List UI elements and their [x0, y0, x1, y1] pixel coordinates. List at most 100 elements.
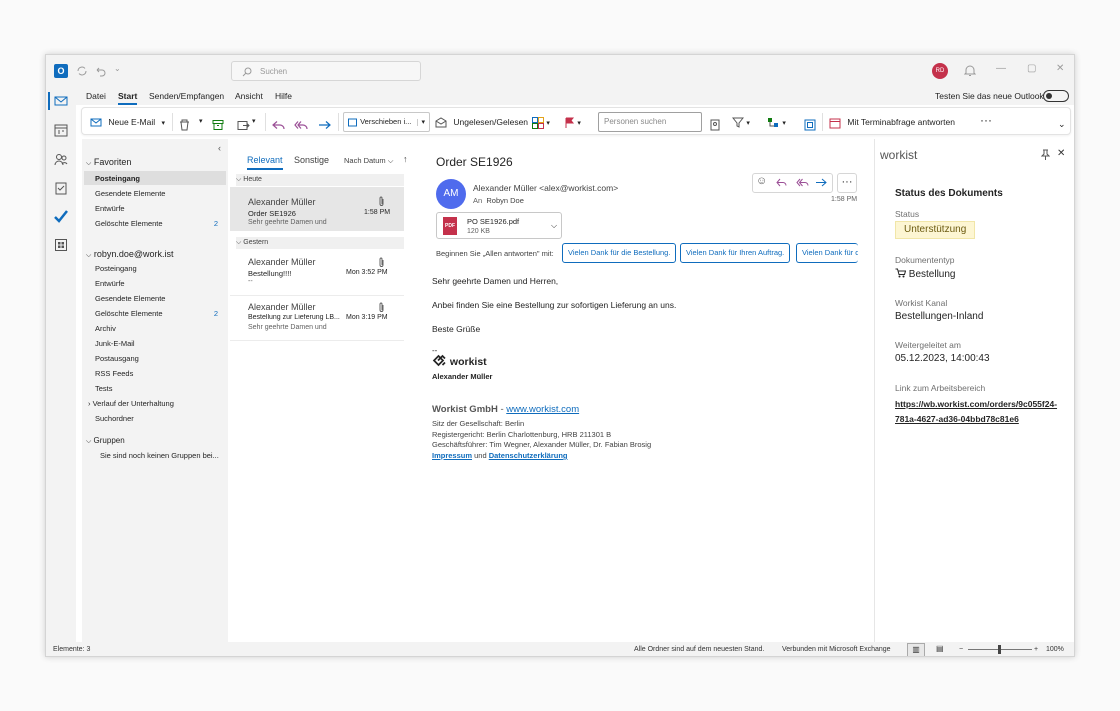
move-to-button[interactable]: Verschieben i... ▾: [343, 112, 430, 132]
forward-icon[interactable]: [318, 116, 331, 134]
zoom-in-icon[interactable]: +: [1034, 646, 1038, 653]
zoom-slider-thumb[interactable]: [998, 645, 1001, 654]
close-panel-icon[interactable]: ✕: [1057, 148, 1065, 159]
ribbon-divider: [822, 113, 823, 131]
suggested-reply-3[interactable]: Vielen Dank für d: [796, 243, 858, 263]
categorize-button[interactable]: ▾: [532, 113, 550, 131]
folder-entwuerfe[interactable]: Entwürfe: [95, 279, 125, 288]
quick-access-chevron-icon[interactable]: ⌄: [114, 64, 121, 73]
pin-icon[interactable]: [1041, 149, 1050, 160]
tab-sonstige[interactable]: Sonstige: [294, 155, 329, 165]
favorites-label: Favoriten: [93, 157, 132, 167]
folder-junk[interactable]: Junk-E-Mail: [95, 339, 135, 348]
move-icon[interactable]: [237, 116, 250, 134]
filter-button[interactable]: ▾: [731, 113, 750, 131]
group-gestern-label: Gestern: [243, 239, 269, 246]
sync-icon[interactable]: [76, 65, 88, 77]
unread-read-button[interactable]: Ungelesen/Gelesen: [435, 113, 528, 131]
delete-icon[interactable]: [179, 116, 190, 134]
fav-posteingang[interactable]: Posteingang: [95, 174, 140, 183]
minimize-icon[interactable]: —: [996, 63, 1006, 74]
favorites-header[interactable]: ⌵ Favoriten: [86, 157, 131, 168]
folder-geloeschte-elemente[interactable]: Gelöschte Elemente: [95, 309, 163, 318]
undo-icon[interactable]: [94, 65, 106, 77]
reply-all-icon[interactable]: [796, 178, 809, 188]
reading-view-icon[interactable]: ▤: [936, 644, 944, 653]
group-header-gestern[interactable]: ⌵ Gestern: [236, 237, 404, 249]
fav-geloeschte-elemente[interactable]: Gelöschte Elemente: [95, 219, 163, 228]
group-header-heute[interactable]: ⌵ Heute: [236, 174, 404, 186]
archive-icon[interactable]: [212, 116, 224, 134]
suggested-reply-1[interactable]: Vielen Dank für die Bestellung.: [562, 243, 677, 263]
sync-status: Alle Ordner sind auf dem neuesten Stand.: [634, 646, 765, 653]
datenschutz-link[interactable]: Datenschutzerklärung: [489, 451, 568, 460]
attachment-card[interactable]: PDF PO SE1926.pdf 120 KB ⌵: [436, 212, 562, 239]
fav-entwuerfe[interactable]: Entwürfe: [95, 204, 125, 213]
fav-gesendete-elemente[interactable]: Gesendete Elemente: [95, 189, 165, 198]
groups-header[interactable]: ⌵ Gruppen: [86, 436, 125, 446]
menu-senden-empfangen[interactable]: Senden/Empfangen: [149, 91, 224, 101]
tasks-icon[interactable]: [54, 181, 68, 195]
normal-view-icon[interactable]: ▥: [907, 643, 925, 656]
menu-ansicht[interactable]: Ansicht: [235, 91, 263, 101]
meeting-reply-button[interactable]: Mit Terminabfrage antworten: [829, 113, 955, 131]
workspace-link[interactable]: https://wb.workist.com/orders/9c055f24- …: [895, 397, 1057, 427]
move-dropdown-icon[interactable]: ▾: [252, 113, 256, 131]
folder-suchordner[interactable]: Suchordner: [95, 414, 134, 423]
folder-postausgang[interactable]: Postausgang: [95, 354, 139, 363]
workist-addin-icon[interactable]: [804, 116, 816, 134]
flag-button[interactable]: ▾: [565, 113, 581, 131]
new-mail-button[interactable]: Neue E-Mail ▾: [90, 113, 165, 131]
reply-all-icon[interactable]: [294, 116, 308, 134]
menu-start[interactable]: Start: [118, 91, 138, 105]
maximize-icon[interactable]: ▢: [1027, 63, 1036, 74]
emoji-reaction-icon[interactable]: ☺: [756, 175, 767, 187]
folder-archiv[interactable]: Archiv: [95, 324, 116, 333]
ribbon-collapse-icon[interactable]: ⌄: [1058, 115, 1066, 133]
more-commands-icon[interactable]: ···: [980, 113, 992, 131]
forward-icon[interactable]: [815, 178, 827, 188]
bell-icon[interactable]: [964, 64, 976, 77]
reply-icon[interactable]: [776, 178, 788, 188]
apps-icon[interactable]: [54, 238, 68, 252]
folder-tests[interactable]: Tests: [95, 384, 113, 393]
sort-direction-icon[interactable]: ↑: [403, 154, 408, 164]
more-actions-icon[interactable]: ···: [837, 173, 857, 193]
account-header[interactable]: ⌵ robyn.doe@work.ist: [86, 249, 174, 260]
delete-dropdown-icon[interactable]: ▾: [199, 113, 203, 131]
suggested-reply-2[interactable]: Vielen Dank für Ihren Auftrag.: [680, 243, 791, 263]
impressum-link[interactable]: Impressum: [432, 451, 472, 460]
zoom-out-icon[interactable]: −: [959, 646, 963, 653]
try-new-outlook-toggle[interactable]: [1043, 90, 1069, 102]
reply-icon[interactable]: [272, 116, 285, 134]
menu-hilfe[interactable]: Hilfe: [275, 91, 292, 101]
folder-posteingang[interactable]: Posteingang: [95, 264, 137, 273]
company-website-link[interactable]: www.workist.com: [506, 404, 579, 415]
rules-button[interactable]: ▾: [767, 113, 786, 131]
sort-dropdown[interactable]: Nach Datum ⌵: [344, 156, 393, 166]
calendar-icon[interactable]: [54, 123, 68, 137]
try-new-outlook-label: Testen Sie das neue Outlook: [935, 91, 1044, 101]
menu-datei[interactable]: Datei: [86, 91, 106, 101]
sender-address[interactable]: Alexander Müller <alex@workist.com>: [473, 183, 618, 193]
mail-icon[interactable]: [54, 94, 68, 108]
people-icon[interactable]: [54, 152, 68, 166]
recipient-name[interactable]: Robyn Doe: [486, 196, 524, 205]
collapse-pane-icon[interactable]: ‹: [218, 143, 221, 153]
todo-check-icon[interactable]: [54, 209, 68, 223]
people-search-input[interactable]: Personen suchen: [598, 112, 702, 132]
folder-gesendete-elemente[interactable]: Gesendete Elemente: [95, 294, 165, 303]
zoom-level: 100%: [1046, 646, 1064, 653]
folder-verlauf[interactable]: › Verlauf der Unterhaltung: [88, 399, 174, 408]
list-item[interactable]: Alexander Müller Order SE1926 1:58 PM Se…: [230, 187, 404, 231]
list-item[interactable]: Alexander Müller Bestellung zur Lieferun…: [230, 296, 404, 340]
folder-rss-feeds[interactable]: RSS Feeds: [95, 369, 133, 378]
sender-avatar[interactable]: AM: [436, 179, 466, 209]
tab-relevant[interactable]: Relevant: [247, 155, 283, 165]
close-icon[interactable]: ✕: [1056, 63, 1064, 74]
chevron-down-icon[interactable]: ⌵: [551, 221, 557, 231]
list-item[interactable]: Alexander Müller Bestellung!!!! Mon 3:52…: [230, 251, 404, 295]
search-box[interactable]: Suchen: [231, 61, 421, 81]
address-book-icon[interactable]: [710, 116, 720, 134]
user-avatar[interactable]: RD: [932, 63, 948, 79]
